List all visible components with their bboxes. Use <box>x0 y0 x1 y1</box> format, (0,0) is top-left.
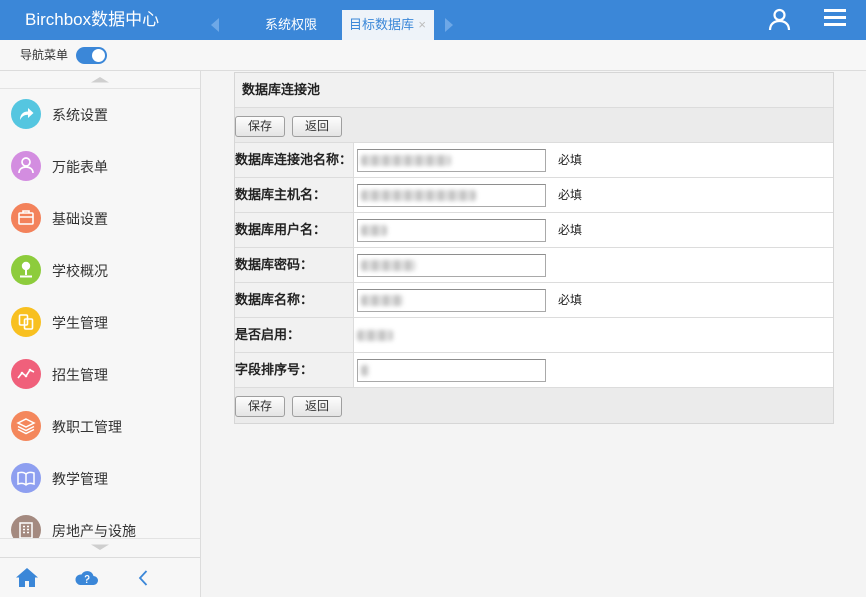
required-note: 必填 <box>558 153 583 167</box>
share-arrow-icon <box>11 99 41 129</box>
tab-target-database[interactable]: 目标数据库 × <box>342 10 434 40</box>
obscured-value <box>357 330 393 341</box>
db-password-field: 数据库密码： <box>235 248 833 283</box>
user-icon <box>11 151 41 181</box>
sidebar-item-label: 学校概况 <box>52 263 108 279</box>
form-toolbar-top: 保存 返回 <box>235 108 833 143</box>
tab-label: 系统权限 <box>264 17 317 32</box>
sidebar-item-label: 教学管理 <box>52 471 108 487</box>
user-icon[interactable] <box>768 8 791 31</box>
tab-close-icon[interactable]: × <box>418 10 426 40</box>
obscured-value <box>361 260 416 271</box>
form-title: 数据库连接池 <box>242 82 321 97</box>
enabled-field: 是否启用： <box>235 318 833 353</box>
sidebar-item-property-facilities[interactable]: 房地产与设施 <box>0 505 200 538</box>
scroll-down-icon[interactable] <box>91 544 109 551</box>
field-label: 是否启用： <box>235 318 354 352</box>
sidebar-item-staff-management[interactable]: 教职工管理 <box>0 401 200 453</box>
sidebar-item-basic-settings[interactable]: 基础设置 <box>0 193 200 245</box>
tab-label: 目标数据库 <box>349 17 415 32</box>
top-bar: Birchbox数据中心 系统权限 目标数据库 × <box>0 0 866 40</box>
sidebar-item-label: 招生管理 <box>52 367 108 383</box>
sidebar-item-label: 教职工管理 <box>52 419 122 435</box>
db-username-field: 数据库用户名： 必填 <box>235 213 833 248</box>
toggle-knob <box>92 49 105 62</box>
tab-scroll-right-icon[interactable] <box>445 18 453 32</box>
sidebar-item-label: 基础设置 <box>52 211 108 227</box>
field-label: 数据库名称： <box>235 283 354 317</box>
obscured-value <box>361 365 369 376</box>
student-icon <box>11 307 41 337</box>
field-label: 数据库连接池名称： <box>235 143 354 177</box>
sidebar-item-universal-forms[interactable]: 万能表单 <box>0 141 200 193</box>
obscured-value <box>361 295 403 306</box>
save-button[interactable]: 保存 <box>235 116 285 137</box>
location-pin-icon <box>11 255 41 285</box>
menu-icon[interactable] <box>824 9 846 26</box>
field-label: 数据库主机名： <box>235 178 354 212</box>
nav-menu-label: 导航菜单 <box>20 48 69 62</box>
home-icon[interactable] <box>16 567 38 587</box>
field-label: 数据库用户名： <box>235 213 354 247</box>
back-button[interactable]: 返回 <box>292 396 342 417</box>
app-title: Birchbox数据中心 <box>25 10 160 29</box>
sidebar-item-teaching-management[interactable]: 教学管理 <box>0 453 200 505</box>
sidebar-footer <box>0 557 200 597</box>
tab-system-permissions[interactable]: 系统权限 <box>252 10 330 40</box>
form-toolbar-bottom: 保存 返回 <box>235 388 833 423</box>
field-label: 字段排序号： <box>235 353 354 387</box>
form-header: 数据库连接池 <box>235 73 833 108</box>
db-name-field: 数据库名称： 必填 <box>235 283 833 318</box>
save-button[interactable]: 保存 <box>235 396 285 417</box>
required-note: 必填 <box>558 223 583 237</box>
sidebar: 系统设置 万能表单 基础设置 学校概况 学生管理 招生管理 教职工管理 教学管理… <box>0 71 201 597</box>
building-icon <box>11 515 41 538</box>
box-icon <box>11 203 41 233</box>
db-pool-form: 数据库连接池 保存 返回 数据库连接池名称： 必填 数据库主机名： 必填 数据库… <box>234 72 834 424</box>
scroll-up-icon[interactable] <box>91 76 109 83</box>
obscured-value <box>361 190 476 201</box>
divider <box>0 538 200 539</box>
book-icon <box>11 463 41 493</box>
tab-scroll-left-icon[interactable] <box>211 18 219 32</box>
sidebar-item-label: 万能表单 <box>52 159 108 175</box>
sidebar-menu: 系统设置 万能表单 基础设置 学校概况 学生管理 招生管理 教职工管理 教学管理… <box>0 89 200 538</box>
required-note: 必填 <box>558 293 583 307</box>
db-host-field: 数据库主机名： 必填 <box>235 178 833 213</box>
layers-icon <box>11 411 41 441</box>
obscured-value <box>361 155 451 166</box>
sidebar-item-student-management[interactable]: 学生管理 <box>0 297 200 349</box>
sort-order-field: 字段排序号： <box>235 353 833 388</box>
cloud-help-icon[interactable] <box>74 568 99 586</box>
sort-order-input[interactable] <box>357 359 546 382</box>
sidebar-item-label: 学生管理 <box>52 315 108 331</box>
trend-line-icon <box>11 359 41 389</box>
required-note: 必填 <box>558 188 583 202</box>
sidebar-item-admissions[interactable]: 招生管理 <box>0 349 200 401</box>
back-button[interactable]: 返回 <box>292 116 342 137</box>
chevron-left-icon[interactable] <box>138 570 148 586</box>
pool-name-field: 数据库连接池名称： 必填 <box>235 143 833 178</box>
sidebar-item-label: 系统设置 <box>52 107 108 123</box>
nav-menu-toggle[interactable] <box>76 47 107 64</box>
sidebar-item-school-overview[interactable]: 学校概况 <box>0 245 200 297</box>
field-label: 数据库密码： <box>235 248 354 282</box>
nav-toggle-bar: 导航菜单 <box>0 40 866 71</box>
sidebar-item-system-settings[interactable]: 系统设置 <box>0 89 200 141</box>
obscured-value <box>361 225 387 236</box>
sidebar-item-label: 房地产与设施 <box>52 523 136 538</box>
